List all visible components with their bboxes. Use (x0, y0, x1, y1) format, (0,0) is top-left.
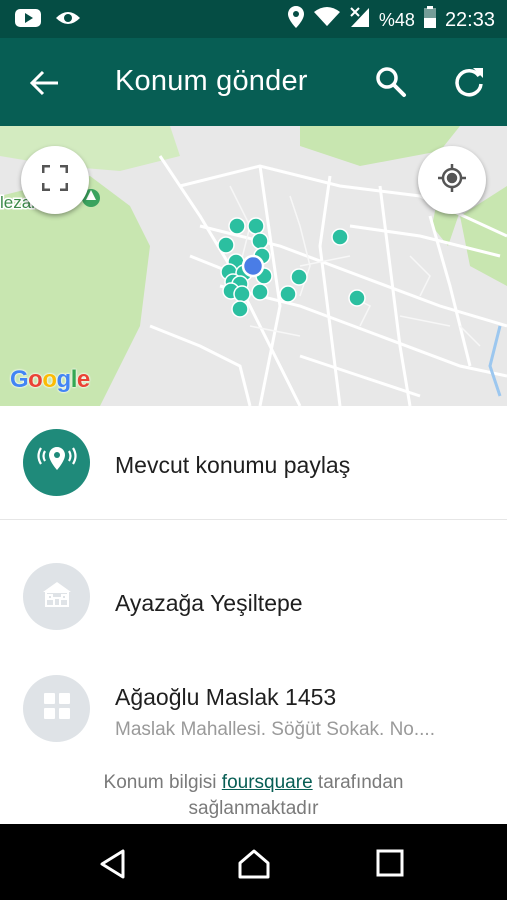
attribution-suffix: tarafından (312, 772, 404, 793)
share-current-location-label: Mevcut konumu paylaş (115, 452, 351, 478)
place-avatar (23, 675, 90, 742)
place-name: Ağaoğlu Maslak 1453 (115, 684, 337, 710)
location-list: Mevcut konumu paylaş Ayazağa Yeşiltepe A… (0, 406, 507, 824)
place-marker (251, 283, 269, 301)
youtube-icon (14, 7, 42, 34)
building-icon (42, 691, 72, 726)
place-address: Maslak Mahallesi. Söğüt Sokak. No.... (115, 719, 435, 740)
back-arrow-icon[interactable] (28, 66, 62, 100)
place-row[interactable]: Ağaoğlu Maslak 1453 Maslak Mahallesi. Sö… (0, 658, 507, 768)
current-location-dot (241, 254, 265, 278)
divider (0, 519, 507, 520)
foursquare-link[interactable]: foursquare (222, 772, 313, 793)
nav-home-icon[interactable] (237, 848, 270, 880)
location-pin-icon (287, 5, 305, 35)
wifi-icon (313, 6, 341, 34)
gps-target-icon (437, 163, 467, 198)
signal-icon (349, 5, 371, 35)
place-avatar (23, 563, 90, 630)
battery-percent: %48 (378, 9, 415, 30)
fullscreen-icon (41, 164, 69, 196)
house-icon (40, 579, 74, 614)
place-marker (231, 300, 249, 318)
my-location-button[interactable] (418, 146, 486, 214)
refresh-icon[interactable] (451, 64, 487, 100)
place-marker (217, 236, 235, 254)
place-marker (247, 217, 265, 235)
status-bar: %48 22:33 (0, 0, 507, 38)
attribution-prefix: Konum bilgisi (103, 772, 222, 793)
attribution-text: Konum bilgisi foursquare tarafından sağl… (0, 770, 507, 822)
nav-back-icon[interactable] (97, 848, 129, 880)
place-name: Ayazağa Yeşiltepe (115, 590, 303, 616)
share-current-location-row[interactable]: Mevcut konumu paylaş (0, 406, 507, 519)
place-row[interactable]: Ayazağa Yeşiltepe (0, 546, 507, 656)
attribution-line2: sağlanmaktadır (188, 798, 319, 819)
app-bar: Konum gönder (0, 38, 507, 126)
place-marker (233, 285, 251, 303)
place-marker (331, 228, 349, 246)
clock: 22:33 (444, 8, 495, 31)
page-title: Konum gönder (115, 65, 308, 97)
place-marker (251, 232, 269, 250)
map-view[interactable]: lezarlığı (0, 126, 507, 406)
battery-icon (423, 5, 437, 35)
place-marker (348, 289, 366, 307)
place-marker (290, 268, 308, 286)
place-marker (228, 217, 246, 235)
system-nav-bar (0, 824, 507, 900)
fullscreen-button[interactable] (21, 146, 89, 214)
google-logo: Google (10, 366, 90, 393)
eye-app-icon (54, 7, 82, 34)
nav-recents-icon[interactable] (375, 848, 407, 880)
place-marker (279, 285, 297, 303)
share-location-avatar (23, 429, 90, 496)
search-icon[interactable] (373, 64, 409, 100)
broadcast-location-icon (36, 443, 77, 482)
